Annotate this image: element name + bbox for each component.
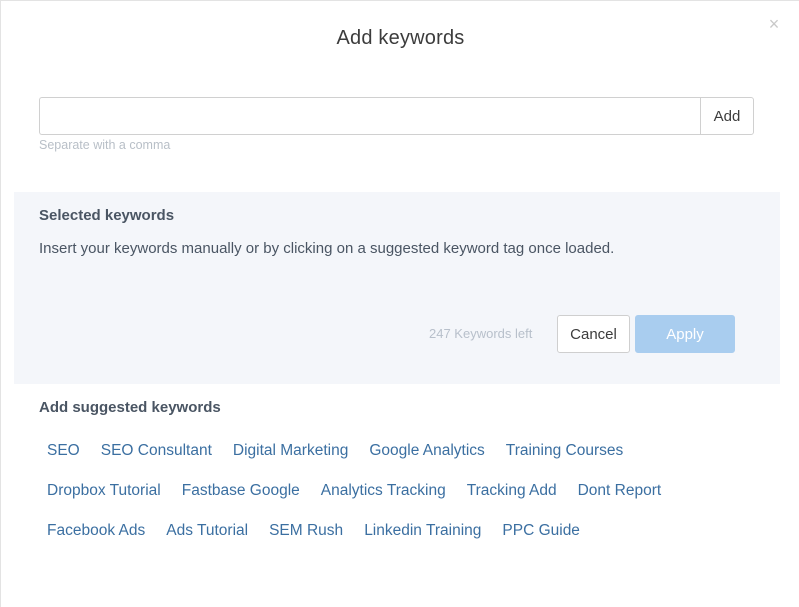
keyword-tag[interactable]: SEO [39,438,88,464]
tag-row: SEO SEO Consultant Digital Marketing Goo… [39,431,759,471]
selected-keywords-title: Selected keywords [39,207,175,224]
tag-row: Dropbox Tutorial Fastbase Google Analyti… [39,471,759,511]
tag-row: Facebook Ads Ads Tutorial SEM Rush Linke… [39,511,759,551]
keyword-tag[interactable]: Dont Report [570,478,670,504]
keyword-tag[interactable]: Google Analytics [361,438,492,464]
add-button[interactable]: Add [700,97,754,135]
input-hint: Separate with a comma [39,138,171,152]
selected-keywords-description: Insert your keywords manually or by clic… [39,240,615,257]
selected-keywords-panel: Selected keywords Insert your keywords m… [14,192,780,384]
suggested-keywords-list: SEO SEO Consultant Digital Marketing Goo… [39,431,759,551]
keyword-tag[interactable]: Dropbox Tutorial [39,478,169,504]
keyword-tag[interactable]: Fastbase Google [174,478,308,504]
suggested-keywords-title: Add suggested keywords [39,399,221,416]
keyword-tag[interactable]: Linkedin Training [356,518,489,544]
keyword-tag[interactable]: SEO Consultant [93,438,220,464]
cancel-button[interactable]: Cancel [557,315,630,353]
modal-title: Add keywords [336,27,465,49]
add-keywords-modal: × Add keywords Add Separate with a comma… [0,0,799,607]
keyword-tag[interactable]: Facebook Ads [39,518,153,544]
keyword-tag[interactable]: Analytics Tracking [313,478,454,504]
keyword-tag[interactable]: Training Courses [498,438,631,464]
keywords-left-count: 247 Keywords left [429,326,533,341]
apply-button[interactable]: Apply [635,315,735,353]
keyword-input-row: Add [39,97,754,135]
keyword-tag[interactable]: Ads Tutorial [158,518,256,544]
keyword-tag[interactable]: Tracking Add [459,478,565,504]
keyword-tag[interactable]: PPC Guide [494,518,588,544]
keyword-input[interactable] [39,97,700,135]
keyword-tag[interactable]: SEM Rush [261,518,351,544]
keyword-tag[interactable]: Digital Marketing [225,438,356,464]
